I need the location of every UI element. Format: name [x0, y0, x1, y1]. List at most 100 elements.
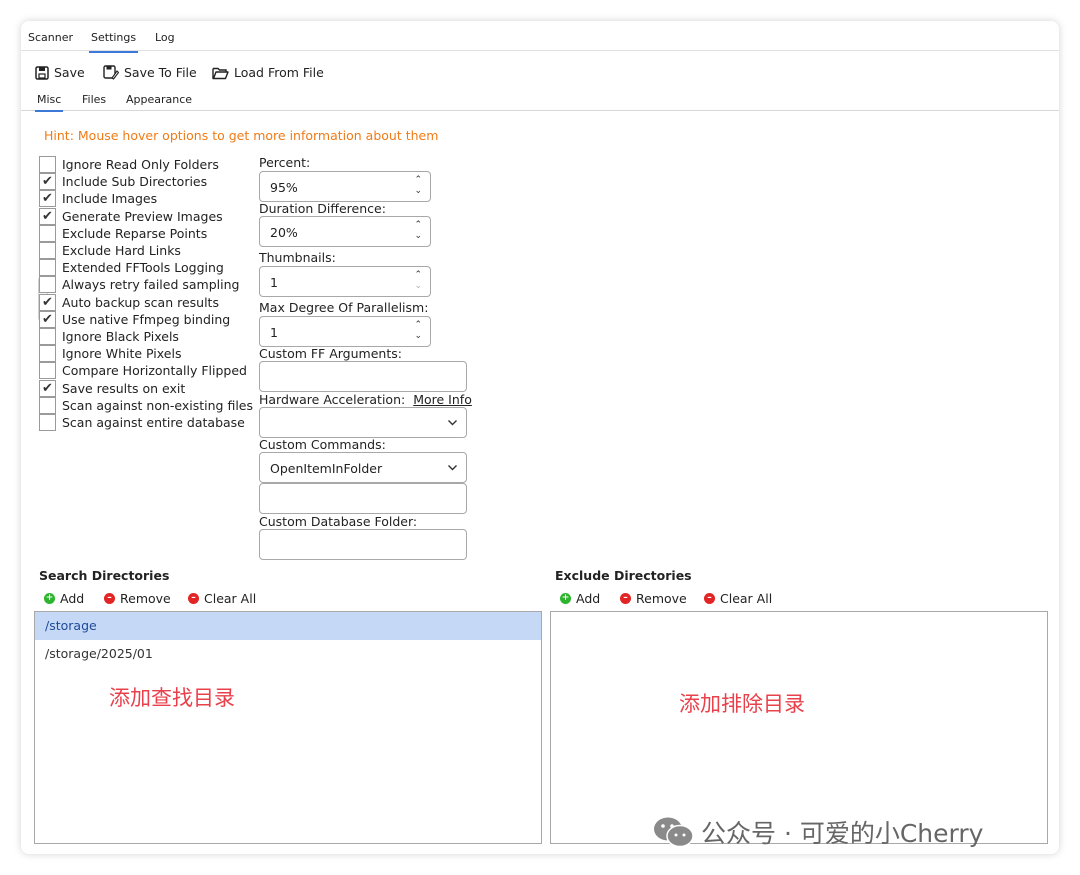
subtab-appearance[interactable]: Appearance [126, 93, 192, 106]
list-item[interactable]: /storage [35, 612, 541, 640]
hardware-acceleration-label: Hardware Acceleration: More Info [259, 392, 472, 407]
checkbox-box[interactable] [39, 345, 56, 363]
search-directories-list[interactable]: /storage /storage/2025/01 [34, 611, 542, 844]
option-checkbox[interactable]: Ignore Black Pixels [39, 328, 179, 345]
option-checkbox[interactable]: Ignore White Pixels [39, 345, 182, 363]
exclude-clear-all-label: Clear All [720, 591, 773, 606]
custom-commands-label: Custom Commands: [259, 437, 386, 452]
checkbox-box[interactable] [39, 259, 56, 277]
checkmark-icon[interactable]: ✔ [39, 310, 56, 328]
spin-arrows-icon[interactable]: ⌃ ⌄ [414, 270, 422, 292]
option-label: Extended FFTools Logging [62, 260, 224, 276]
custom-ff-arguments-input[interactable] [259, 361, 467, 392]
remove-icon: – [104, 593, 115, 604]
subtab-misc[interactable]: Misc [34, 93, 64, 112]
tab-log[interactable]: Log [155, 31, 175, 44]
option-label: Exclude Reparse Points [62, 225, 208, 241]
save-button[interactable]: Save [35, 65, 85, 80]
save-label: Save [54, 65, 85, 80]
checkmark-icon[interactable]: ✔ [39, 293, 56, 311]
option-checkbox[interactable]: Compare Horizontally Flipped [39, 362, 247, 380]
checkmark-icon[interactable]: ✔ [39, 379, 56, 397]
option-checkbox[interactable]: Ignore Read Only Folders [39, 156, 219, 173]
remove-icon: – [620, 593, 631, 604]
tab-scanner[interactable]: Scanner [28, 31, 73, 44]
search-add-button[interactable]: + Add [44, 591, 84, 606]
option-label: Ignore White Pixels [62, 346, 182, 362]
checkmark-icon[interactable]: ✔ [39, 207, 56, 225]
thumbnails-stepper[interactable]: 1 ⌃ ⌄ [259, 266, 431, 297]
option-label: Ignore Read Only Folders [62, 157, 219, 172]
search-remove-button[interactable]: – Remove [104, 591, 171, 606]
spin-arrows-icon[interactable]: ⌃ ⌄ [414, 175, 422, 197]
custom-database-folder-input[interactable] [259, 529, 467, 560]
settings-window: Scanner Settings Log Save Save To File L… [21, 21, 1059, 854]
wechat-icon [654, 817, 694, 848]
option-label: Compare Horizontally Flipped [62, 363, 247, 379]
option-checkbox[interactable]: Exclude Reparse Points [39, 224, 208, 242]
option-label: Use native Ffmpeg binding [62, 311, 231, 327]
load-from-file-button[interactable]: Load From File [212, 65, 324, 80]
checkbox-box[interactable] [39, 242, 56, 259]
exclude-remove-button[interactable]: – Remove [620, 591, 687, 606]
max-parallelism-stepper[interactable]: 1 ⌃ ⌄ [259, 316, 431, 347]
duration-difference-stepper[interactable]: 20% ⌃ ⌄ [259, 216, 431, 247]
option-checkbox[interactable]: Extended FFTools Logging [39, 259, 224, 277]
option-checkbox[interactable]: ✔ Auto backup scan results [39, 293, 219, 311]
checkmark-icon[interactable]: ✔ [39, 173, 56, 191]
checkbox-box[interactable] [39, 224, 56, 242]
option-checkbox[interactable]: ✔ Use native Ffmpeg binding [39, 310, 231, 328]
checkbox-box[interactable] [39, 396, 56, 414]
save-to-file-button[interactable]: Save To File [103, 65, 197, 80]
subtab-files[interactable]: Files [82, 93, 106, 106]
settings-subtab-bar: Misc Files Appearance [21, 89, 1059, 112]
clear-icon: – [704, 593, 715, 604]
exclude-add-button[interactable]: + Add [560, 591, 600, 606]
checkbox-box[interactable] [39, 156, 56, 173]
folder-open-icon [212, 67, 229, 79]
option-checkbox[interactable]: ✔ Generate Preview Images [39, 207, 223, 225]
exclude-directories-list[interactable] [550, 611, 1048, 844]
custom-database-folder-label: Custom Database Folder: [259, 514, 418, 529]
option-label: Ignore Black Pixels [62, 329, 179, 344]
hardware-acceleration-select[interactable] [259, 407, 467, 438]
option-label: Auto backup scan results [62, 294, 219, 310]
checkbox-box[interactable] [39, 362, 56, 380]
search-clear-all-label: Clear All [204, 591, 257, 606]
spin-arrows-icon[interactable]: ⌃ ⌄ [414, 220, 422, 242]
save-to-file-label: Save To File [124, 65, 197, 80]
option-checkbox[interactable]: Scan against entire database [39, 414, 245, 431]
option-checkbox[interactable]: ✔ Include Images [39, 190, 157, 208]
option-label: Scan against non-existing files [62, 397, 254, 413]
option-label: Save results on exit [62, 380, 186, 396]
more-info-link[interactable]: More Info [413, 392, 472, 407]
exclude-add-label: Add [576, 591, 601, 606]
percent-stepper[interactable]: 95% ⌃ ⌄ [259, 171, 431, 202]
save-file-icon [103, 65, 119, 80]
exclude-remove-label: Remove [636, 591, 687, 606]
exclude-clear-all-button[interactable]: – Clear All [704, 591, 772, 606]
option-checkbox[interactable]: Always retry failed sampling [39, 276, 239, 294]
option-checkbox[interactable]: ✔ Save results on exit [39, 379, 186, 397]
custom-commands-select[interactable]: OpenItemInFolder [259, 452, 467, 483]
thumbnails-value: 1 [270, 275, 278, 290]
watermark-text: 公众号 · 可爱的小Cherry [701, 819, 984, 848]
checkbox-box[interactable] [39, 328, 56, 345]
search-directories-title: Search Directories [39, 568, 170, 583]
spin-arrows-icon[interactable]: ⌃ ⌄ [414, 320, 422, 342]
checkbox-box[interactable] [39, 414, 56, 431]
option-checkbox[interactable]: Scan against non-existing files [39, 396, 254, 414]
hardware-acceleration-text: Hardware Acceleration: [259, 392, 406, 407]
search-clear-all-button[interactable]: – Clear All [188, 591, 256, 606]
list-item[interactable]: /storage/2025/01 [35, 640, 541, 668]
add-icon: + [44, 593, 55, 604]
checkmark-icon[interactable]: ✔ [39, 190, 56, 208]
option-checkbox[interactable]: Exclude Hard Links [39, 242, 181, 259]
tab-settings[interactable]: Settings [88, 31, 139, 53]
search-directories-annotation: 添加查找目录 [109, 686, 235, 710]
percent-label: Percent: [259, 155, 311, 170]
chevron-down-icon [448, 420, 457, 426]
option-checkbox[interactable]: ✔ Include Sub Directories [39, 173, 207, 191]
checkbox-box[interactable] [39, 276, 56, 294]
custom-command-input[interactable] [259, 483, 467, 514]
